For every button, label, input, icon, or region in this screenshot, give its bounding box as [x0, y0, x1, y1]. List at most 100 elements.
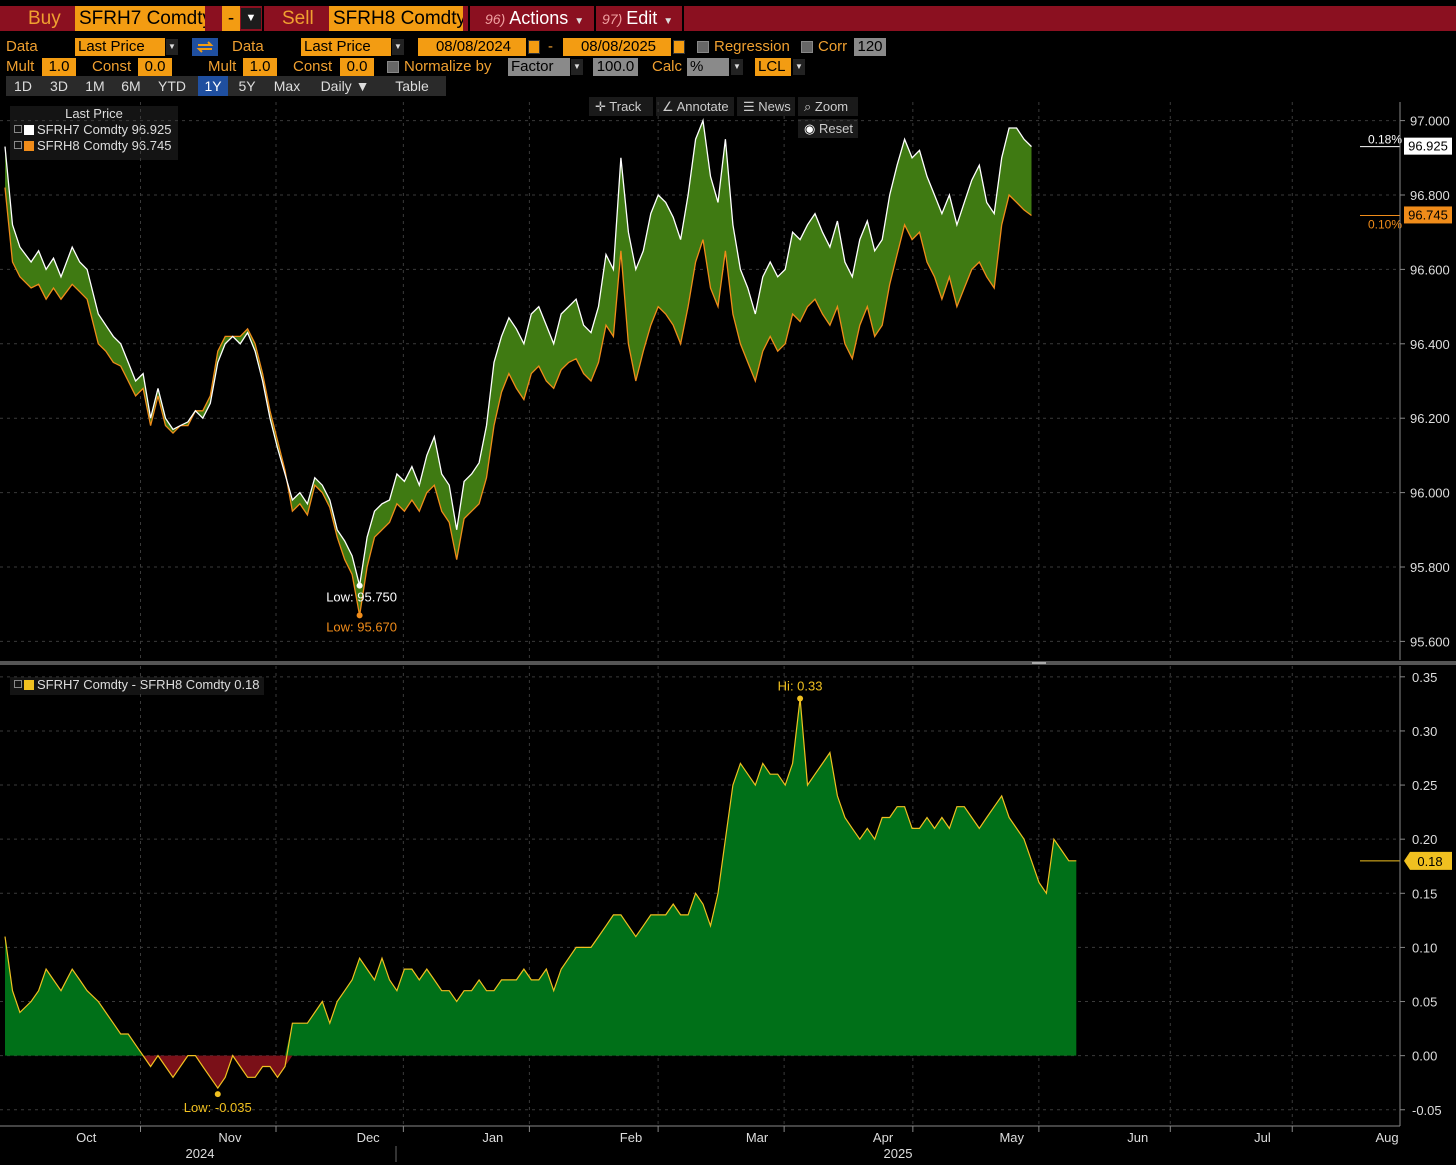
normalize-amount-field[interactable]: 100.0: [593, 58, 638, 76]
const1-field[interactable]: 0.0: [138, 58, 172, 76]
data1-select[interactable]: Last Price: [75, 38, 165, 56]
mult2-field[interactable]: 1.0: [243, 58, 277, 76]
toolbar-separator: [468, 6, 470, 31]
mult2-label: Mult: [208, 58, 237, 75]
chevron-down-icon: ▼: [574, 16, 585, 27]
tab-max[interactable]: Max: [266, 76, 308, 96]
y-tick-label: 0.05: [1412, 995, 1437, 1010]
chevron-down-icon[interactable]: ▼: [166, 39, 178, 55]
y-tick-label: 95.600: [1410, 634, 1450, 649]
low-annotation-sfrh8: Low: 95.670: [326, 619, 397, 634]
buy-label: Buy: [28, 8, 61, 29]
operator-dropdown-icon[interactable]: ▼: [241, 8, 261, 29]
swap-icon[interactable]: [192, 38, 218, 56]
low-marker: [214, 1091, 221, 1098]
actions-label: Actions: [509, 8, 569, 28]
actions-number: 96): [485, 11, 506, 27]
regression-checkbox[interactable]: [697, 41, 709, 53]
hi-marker: [797, 695, 804, 702]
tab-3d[interactable]: 3D: [42, 76, 76, 96]
tab-1m[interactable]: 1M: [78, 76, 112, 96]
y-tick-label: 0.35: [1412, 670, 1437, 685]
x-tick-label: Feb: [620, 1130, 642, 1145]
last-value-sfrh7: 96.925: [1408, 139, 1448, 154]
calendar-icon[interactable]: [528, 40, 540, 54]
corr-window-field[interactable]: 120: [854, 38, 886, 56]
y-tick-label: 96.400: [1410, 337, 1450, 352]
low-annotation-sfrh7: Low: 95.750: [326, 590, 397, 605]
spread-chart: Hi: 0.33 Low: -0.035 0.18: [4, 678, 1452, 1115]
const2-field[interactable]: 0.0: [340, 58, 374, 76]
period-tabs: 1D 3D 1M 6M YTD 1Y 5Y Max Daily ▼ Table: [6, 76, 446, 96]
y-tick-label: 95.800: [1410, 560, 1450, 575]
data1-label: Data: [6, 38, 38, 55]
y-tick-label: 0.30: [1412, 724, 1437, 739]
tab-ytd[interactable]: YTD: [150, 76, 194, 96]
data2-select[interactable]: Last Price: [301, 38, 391, 56]
x-tick-label: Oct: [76, 1130, 97, 1145]
buy-ticker-field[interactable]: SFRH7 Comdty: [75, 6, 205, 31]
normalize-checkbox[interactable]: [387, 61, 399, 73]
calendar-icon[interactable]: [673, 40, 685, 54]
start-date-field[interactable]: 08/08/2024: [418, 38, 526, 56]
last-value-sfrh8: 96.745: [1408, 207, 1448, 222]
toolbar-separator: [594, 6, 596, 31]
chart-area[interactable]: Low: 95.750 Low: 95.670 0.18% 0.10% 96.925 96…: [0, 96, 1456, 1165]
tab-6m[interactable]: 6M: [114, 76, 148, 96]
x-tick-label: Apr: [873, 1130, 894, 1145]
hi-annotation: Hi: 0.33: [778, 678, 823, 693]
y-tick-label: 96.000: [1410, 486, 1450, 501]
normalize-select[interactable]: Factor: [508, 58, 570, 76]
chevron-down-icon[interactable]: ▼: [392, 39, 404, 55]
tab-1d[interactable]: 1D: [6, 76, 40, 96]
tab-5y[interactable]: 5Y: [232, 76, 262, 96]
pane-divider[interactable]: [0, 661, 1456, 665]
top-toolbar: Buy SFRH7 Comdty - ▼ Sell SFRH8 Comdty 9…: [0, 0, 1456, 36]
x-tick-label: Jan: [482, 1130, 503, 1145]
last-value-spread: 0.18: [1417, 854, 1442, 869]
sell-label: Sell: [282, 8, 314, 29]
actions-menu[interactable]: 96) Actions ▼: [485, 6, 584, 31]
tab-1y[interactable]: 1Y: [198, 76, 228, 96]
const2-label: Const: [293, 58, 333, 75]
tab-table[interactable]: Table: [382, 76, 442, 96]
x-tick-label: Jul: [1254, 1130, 1271, 1145]
y-tick-label: 97.000: [1410, 114, 1450, 129]
edit-number: 97): [602, 11, 623, 27]
currency-select[interactable]: LCL: [755, 58, 791, 76]
toolbar-background: [0, 6, 1456, 31]
low-annotation: Low: -0.035: [184, 1100, 252, 1115]
y-tick-label: 0.20: [1412, 832, 1437, 847]
x-year-label: 2024: [186, 1146, 215, 1161]
chevron-down-icon[interactable]: ▼: [571, 59, 583, 75]
normalize-label: Normalize by: [404, 58, 492, 75]
end-date-field[interactable]: 08/08/2025: [563, 38, 671, 56]
y-tick-label: 0.10: [1412, 940, 1437, 955]
y-tick-label: 96.800: [1410, 188, 1450, 203]
frequency-select[interactable]: Daily ▼: [312, 76, 378, 96]
y-tick-label: 0.00: [1412, 1049, 1437, 1064]
chevron-down-icon[interactable]: ▼: [731, 59, 743, 75]
x-tick-label: Mar: [746, 1130, 769, 1145]
calc-label: Calc: [652, 58, 683, 75]
chevron-down-icon[interactable]: ▼: [793, 59, 805, 75]
y-tick-label: -0.05: [1412, 1103, 1442, 1118]
corr-label: Corr: [818, 38, 848, 55]
low-marker-sfrh7: [356, 582, 363, 589]
swap-arrows-icon: [196, 41, 214, 53]
x-tick-label: Jun: [1127, 1130, 1148, 1145]
chevron-down-icon: ▼: [663, 16, 674, 27]
y-tick-label: 0.25: [1412, 778, 1437, 793]
price-chart: Low: 95.750 Low: 95.670 0.18% 0.10% 96.925 96…: [4, 118, 1452, 634]
drag-handle-icon[interactable]: [1032, 662, 1046, 664]
mult1-field[interactable]: 1.0: [42, 58, 76, 76]
sell-ticker-field[interactable]: SFRH8 Comdty: [329, 6, 463, 31]
x-year-label: 2025: [884, 1146, 913, 1161]
x-tick-label: Nov: [218, 1130, 242, 1145]
mult1-label: Mult: [6, 58, 35, 75]
corr-checkbox[interactable]: [801, 41, 813, 53]
edit-menu[interactable]: 97) Edit ▼: [602, 6, 673, 31]
operator-field[interactable]: -: [222, 6, 240, 31]
regression-label: Regression: [714, 38, 790, 55]
calc-select[interactable]: %: [687, 58, 729, 76]
